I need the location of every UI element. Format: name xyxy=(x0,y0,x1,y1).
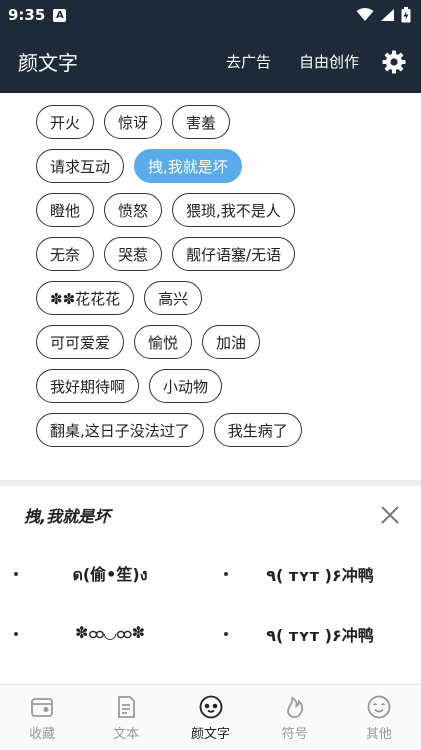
app-title: 颜文字 xyxy=(18,51,78,75)
category-chip[interactable]: 靓仔语塞/无语 xyxy=(172,237,296,271)
emoticon-item[interactable]: ด(偷•笙)ง xyxy=(0,544,210,604)
category-chip-selected[interactable]: 拽,我就是坏 xyxy=(134,149,242,183)
chip-row: 可可爱爱 愉悦 加油 xyxy=(36,325,421,361)
app-bar: 颜文字 去广告 自由创作 xyxy=(0,30,421,93)
nav-label: 文本 xyxy=(113,727,140,742)
category-chips: 开火 惊讶 害羞 请求互动 拽,我就是坏 瞪他 愤怒 猥琐,我不是人 无奈 哭惹 靓仔语塞/无语 ✽✽… xyxy=(0,93,421,481)
smile-face-icon xyxy=(365,693,393,721)
status-time: 9:35 xyxy=(8,6,46,24)
emoticon-grid: ด(偷•笙)ง ٩( ᴛʏᴛ )۶冲鸭 ✽ထ◡ထ✽ ٩( ᴛʏᴛ )۶冲鸭 xyxy=(0,544,421,664)
nav-symbols[interactable]: 符号 xyxy=(253,685,337,750)
wifi-icon xyxy=(356,8,374,21)
category-chip[interactable]: 哭惹 xyxy=(104,237,163,271)
category-chip[interactable]: 猥琐,我不是人 xyxy=(172,193,295,227)
nav-label: 颜文字 xyxy=(191,727,231,742)
bullet-dot xyxy=(14,632,18,636)
battery-icon xyxy=(401,7,411,23)
chip-row: 开火 惊讶 害羞 xyxy=(36,105,421,141)
category-chip[interactable]: 开火 xyxy=(36,105,95,139)
status-icons xyxy=(356,7,411,23)
flame-icon xyxy=(281,693,309,721)
signal-icon xyxy=(381,9,394,21)
emoticon-item[interactable]: ٩( ᴛʏᴛ )۶冲鸭 xyxy=(210,544,420,604)
category-chip[interactable]: 我好期待啊 xyxy=(36,369,140,403)
category-chip[interactable]: 害羞 xyxy=(172,105,231,139)
chip-row: 无奈 哭惹 靓仔语塞/无语 xyxy=(36,237,421,273)
category-chip[interactable]: 惊讶 xyxy=(104,105,163,139)
panel-title: 拽,我就是坏 xyxy=(24,507,111,526)
gear-icon[interactable] xyxy=(381,49,407,75)
free-create-button[interactable]: 自由创作 xyxy=(299,51,359,72)
emoticon-text: ٩( ᴛʏᴛ )۶冲鸭 xyxy=(266,566,374,585)
nav-label: 其他 xyxy=(365,727,392,742)
chip-row: 请求互动 拽,我就是坏 xyxy=(36,149,421,185)
panel-header: 拽,我就是坏 xyxy=(0,486,421,544)
category-chip[interactable]: 无奈 xyxy=(36,237,95,271)
chip-row: 翻桌,这日子没法过了 我生病了 xyxy=(36,413,421,449)
category-chip[interactable]: 愤怒 xyxy=(104,193,163,227)
nav-other[interactable]: 其他 xyxy=(337,685,421,750)
nav-label: 符号 xyxy=(281,727,308,742)
category-chip[interactable]: 高兴 xyxy=(144,281,203,315)
category-chip[interactable]: 请求互动 xyxy=(36,149,125,183)
wallet-icon xyxy=(28,693,56,721)
category-chip[interactable]: 翻桌,这日子没法过了 xyxy=(36,413,204,447)
emoticon-face-icon xyxy=(197,693,225,721)
emoticon-item[interactable]: ✽ထ◡ထ✽ xyxy=(0,604,210,664)
chip-row: 我好期待啊 小动物 xyxy=(36,369,421,405)
category-chip[interactable]: 愉悦 xyxy=(134,325,193,359)
remove-ads-button[interactable]: 去广告 xyxy=(226,51,271,72)
category-chip[interactable]: 小动物 xyxy=(149,369,223,403)
category-chip[interactable]: ✽✽花花花 xyxy=(36,281,135,315)
bullet-dot xyxy=(14,572,18,576)
status-bar: 9:35 A xyxy=(0,0,421,30)
close-icon[interactable] xyxy=(379,504,401,526)
chip-row: 瞪他 愤怒 猥琐,我不是人 xyxy=(36,193,421,229)
document-icon xyxy=(112,693,140,721)
nav-label: 收藏 xyxy=(29,727,56,742)
category-chip[interactable]: 我生病了 xyxy=(213,413,302,447)
emoticon-text: ٩( ᴛʏᴛ )۶冲鸭 xyxy=(266,626,374,645)
emoticon-text: ด(偷•笙)ง xyxy=(72,564,148,584)
notification-icon: A xyxy=(53,8,67,22)
chip-row: ✽✽花花花 高兴 xyxy=(36,281,421,317)
emoticon-text: ✽ထ◡ထ✽ xyxy=(74,623,146,642)
bullet-dot xyxy=(224,572,228,576)
category-chip[interactable]: 加油 xyxy=(202,325,261,359)
bottom-nav: 收藏 文本 颜文字 符号 其他 xyxy=(0,684,421,750)
emoticon-panel: 拽,我就是坏 ด(偷•笙)ง ٩( ᴛʏᴛ )۶冲鸭 ✽ထ◡ထ✽ ٩( ᴛʏᴛ … xyxy=(0,486,421,684)
bullet-dot xyxy=(224,632,228,636)
nav-text[interactable]: 文本 xyxy=(84,685,168,750)
category-chip[interactable]: 可可爱爱 xyxy=(36,325,125,359)
emoticon-item[interactable]: ٩( ᴛʏᴛ )۶冲鸭 xyxy=(210,604,420,664)
nav-emoticons[interactable]: 颜文字 xyxy=(168,685,252,750)
category-chip[interactable]: 瞪他 xyxy=(36,193,95,227)
nav-favorites[interactable]: 收藏 xyxy=(0,685,84,750)
